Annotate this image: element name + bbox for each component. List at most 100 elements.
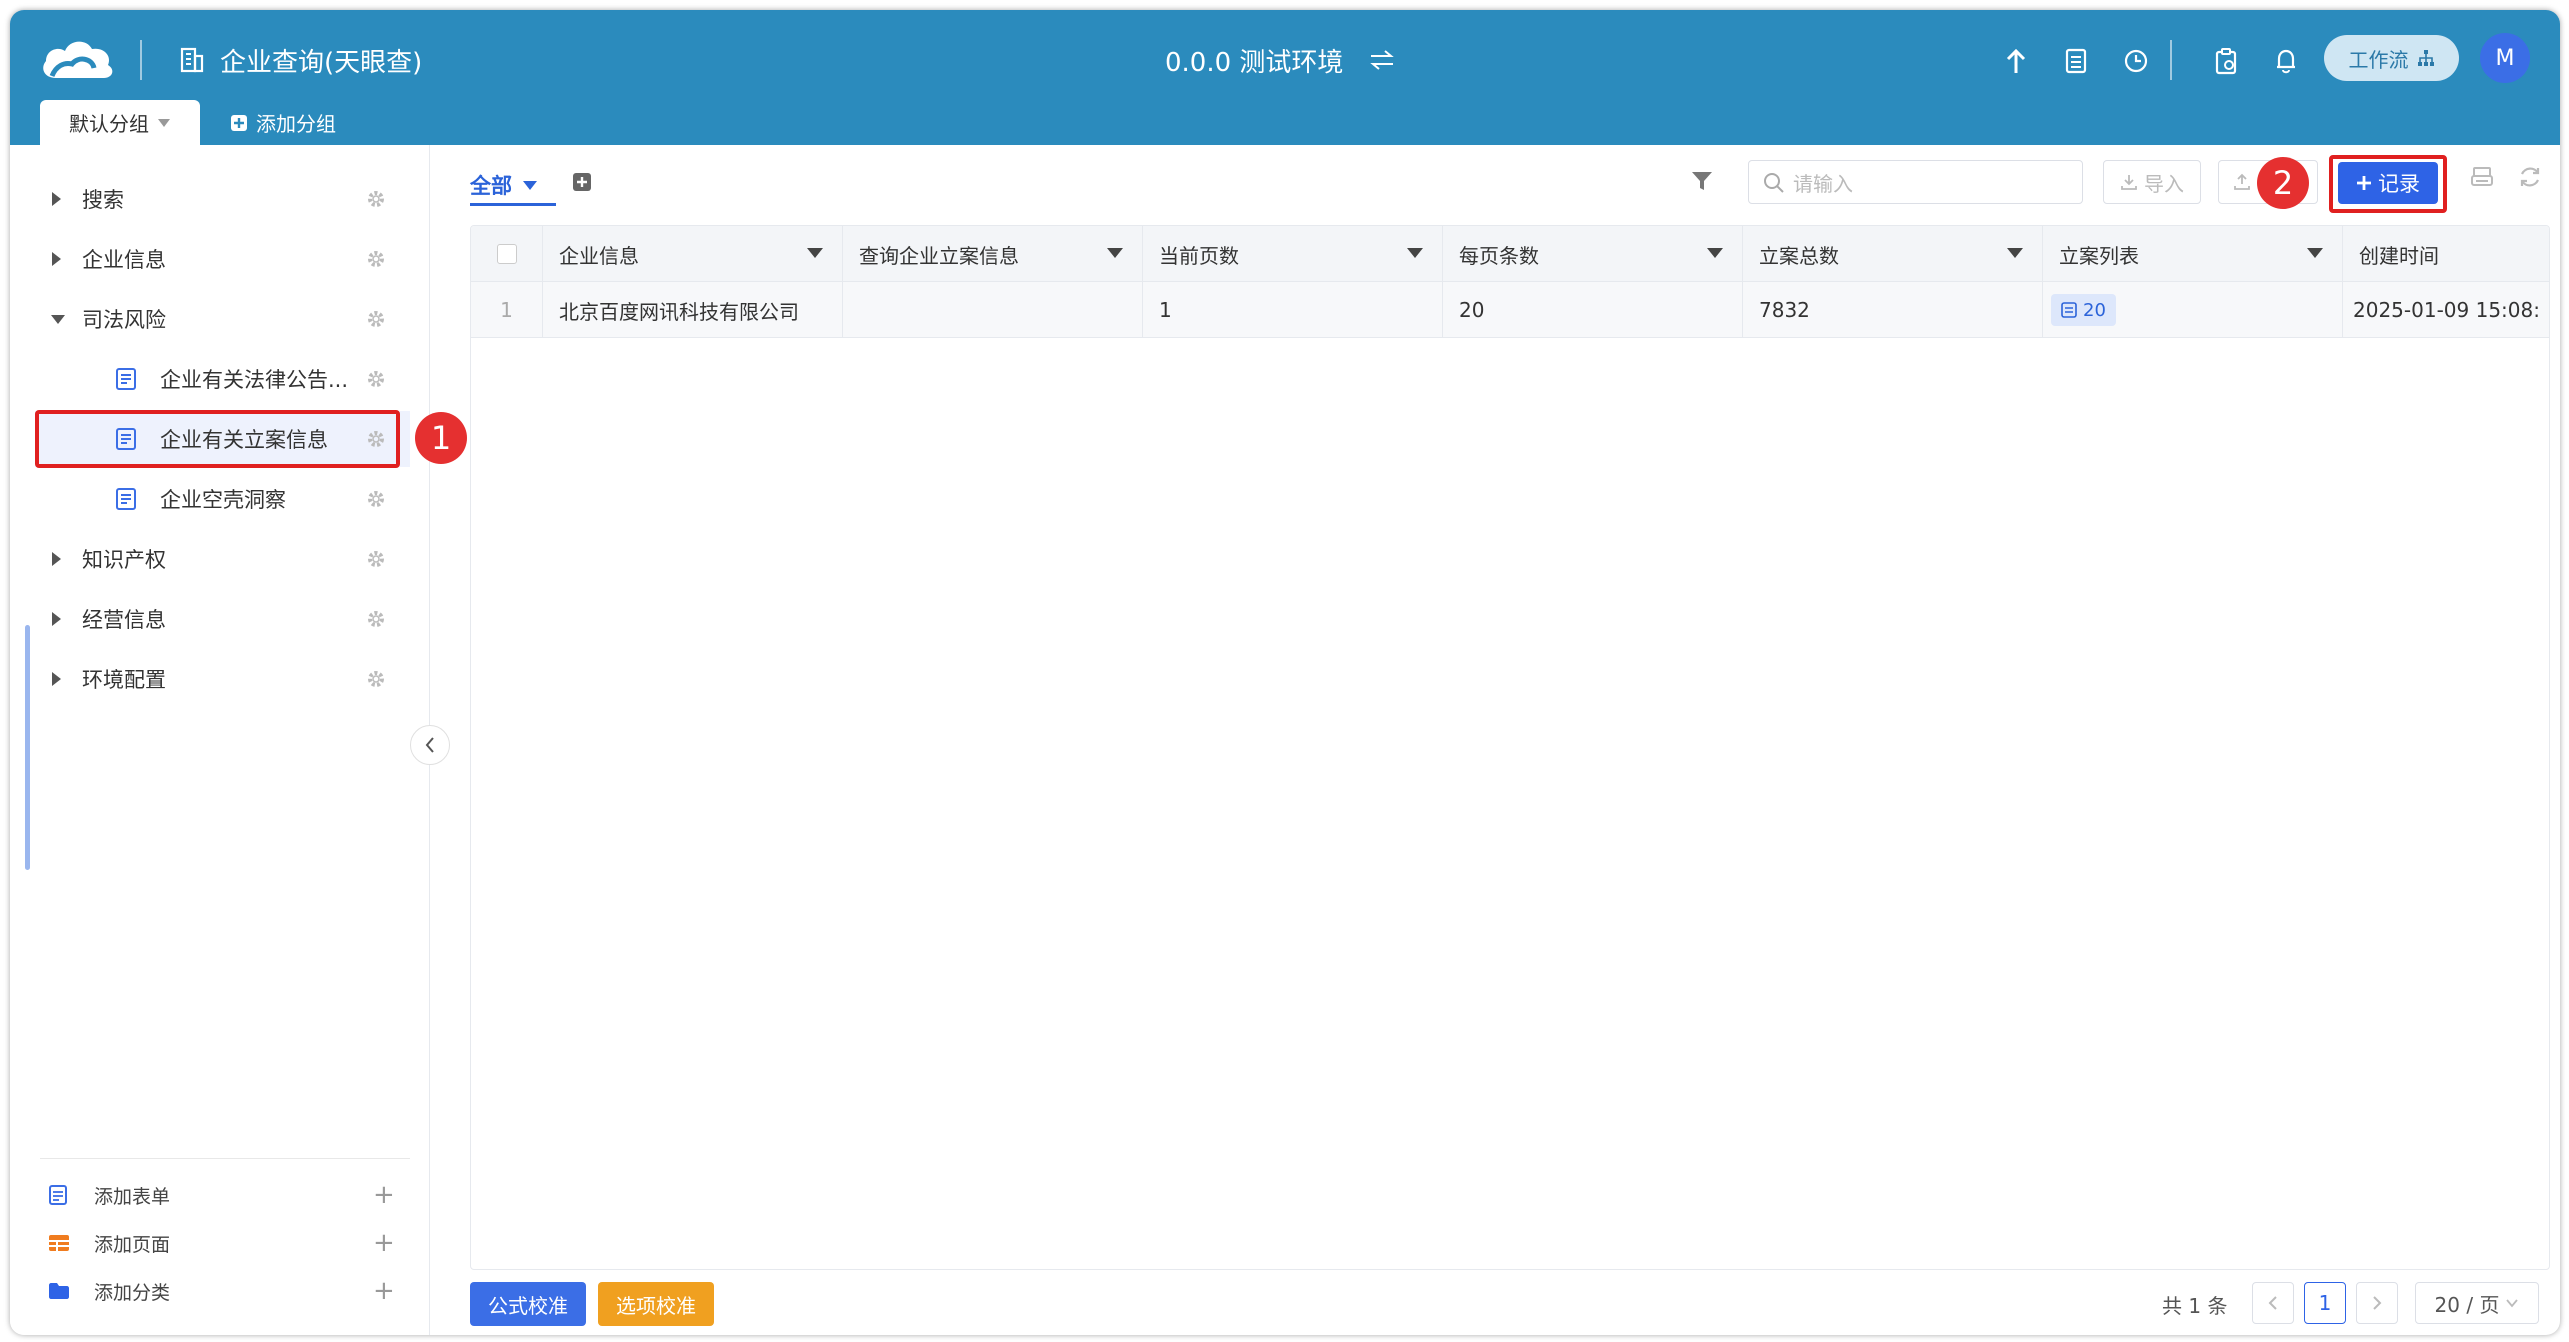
caret-down-icon[interactable] [2306,246,2324,260]
workflow-label: 工作流 [2348,47,2409,72]
swap-icon[interactable] [1369,49,1395,71]
sidebar-item-label: 环境配置 [82,668,166,692]
sidebar-item-search[interactable]: 搜索 [10,171,410,227]
total-count: 共 1 条 [2162,1293,2228,1318]
column-header-label: 创建时间 [2359,243,2439,268]
caret-down-icon[interactable] [1106,246,1124,260]
row-index: 1 [471,282,543,338]
sidebar-item-judicial-risk[interactable]: 司法风险 [10,291,410,347]
caret-right-icon [52,672,61,686]
import-label: 导入 [2144,171,2184,196]
table-row[interactable]: 1 北京百度网讯科技有限公司 1 20 7832 20 2025-01-09 1… [471,282,2549,338]
sidebar-item-label: 企业信息 [82,248,166,272]
highlight-box-step1 [35,410,400,468]
add-form-label: 添加表单 [94,1185,171,1208]
add-view-icon[interactable] [572,172,592,192]
sidebar-item-legal-notice[interactable]: 企业有关法律公告... [10,351,410,407]
gear-icon[interactable] [365,248,387,270]
filter-icon[interactable] [1690,169,1714,193]
view-tab-label: 全部 [470,174,512,198]
app-window: 企业查询(天眼查) 0.0.0 测试环境 工作流 M 默认分组 添加分组 搜索 … [10,10,2560,1335]
page-size-select[interactable]: 20 / 页 [2415,1282,2539,1324]
plus-square-icon [231,114,247,131]
page-number-button[interactable]: 1 [2304,1282,2346,1324]
sidebar: 搜索 企业信息 司法风险 企业有关法律公告... 企业有关立案信息 1 企业空壳… [10,145,467,1335]
caret-down-icon[interactable] [806,246,824,260]
sidebar-item-env-config[interactable]: 环境配置 [10,651,410,707]
sidebar-item-ip[interactable]: 知识产权 [10,531,410,587]
sidebar-item-operations[interactable]: 经营信息 [10,591,410,647]
add-category-button[interactable]: 添加分类 + [48,1271,408,1311]
column-header[interactable]: 企业信息 [543,226,843,282]
prev-page-button[interactable] [2252,1282,2294,1324]
cell-company[interactable]: 北京百度网讯科技有限公司 [543,282,843,338]
sidebar-item-label: 司法风险 [82,308,166,332]
column-header[interactable]: 创建时间 [2343,226,2549,282]
chevron-down-icon [2506,1299,2519,1308]
import-button[interactable]: 导入 [2103,160,2201,204]
bell-icon[interactable] [2263,38,2309,84]
caret-down-icon[interactable] [2006,246,2024,260]
add-page-button[interactable]: 添加页面 + [48,1223,408,1263]
plus-icon[interactable]: + [373,1180,395,1210]
sidebar-scrollbar[interactable] [25,625,30,870]
cell-total[interactable]: 7832 [1743,282,2043,338]
column-header-label: 立案列表 [2059,243,2139,268]
sidebar-item-company-info[interactable]: 企业信息 [10,231,410,287]
caret-right-icon [52,252,61,266]
data-table: 企业信息 查询企业立案信息 当前页数 每页条数 立案总数 立案列表 创建时间 1… [470,225,2550,1270]
formula-check-button[interactable]: 公式校准 [470,1282,586,1326]
column-header[interactable]: 当前页数 [1143,226,1443,282]
cell-query[interactable] [843,282,1143,338]
column-header-label: 查询企业立案信息 [859,243,1019,268]
gear-icon[interactable] [365,608,387,630]
column-header[interactable]: 查询企业立案信息 [843,226,1143,282]
sidebar-item-label: 企业空壳洞察 [160,488,286,512]
gear-icon[interactable] [365,548,387,570]
subtable-badge[interactable]: 20 [2051,294,2116,326]
cloud-logo-icon[interactable] [38,32,116,84]
cell-page-size[interactable]: 20 [1443,282,1743,338]
column-header[interactable]: 每页条数 [1443,226,1743,282]
caret-down-icon [158,118,170,127]
workflow-button[interactable]: 工作流 [2324,35,2459,81]
view-tab-all[interactable]: 全部 [470,165,538,205]
caret-right-icon [52,192,61,206]
upload-icon[interactable] [1993,38,2039,84]
search-placeholder: 请输入 [1793,171,1853,196]
environment-switcher[interactable]: 0.0.0 测试环境 [1165,40,1395,80]
sidebar-item-label: 知识产权 [82,548,166,572]
print-icon[interactable] [2470,165,2494,189]
option-check-button[interactable]: 选项校准 [598,1282,714,1326]
add-page-label: 添加页面 [94,1233,171,1256]
user-avatar[interactable]: M [2480,33,2530,83]
add-record-button[interactable]: 记录 [2338,162,2438,204]
caret-down-icon[interactable] [1406,246,1424,260]
cell-case-list[interactable]: 20 [2043,282,2343,338]
select-all-checkbox[interactable] [496,244,517,264]
select-all-cell [471,226,543,282]
column-header[interactable]: 立案总数 [1743,226,2043,282]
plus-icon[interactable]: + [373,1276,395,1306]
add-form-button[interactable]: 添加表单 + [48,1175,408,1215]
gear-icon[interactable] [365,668,387,690]
cell-created-time[interactable]: 2025-01-09 15:08: [2343,282,2549,338]
caret-down-icon[interactable] [1706,246,1724,260]
gear-icon[interactable] [365,368,387,390]
add-group-button[interactable]: 添加分组 [230,100,336,145]
sidebar-item-shell-insight[interactable]: 企业空壳洞察 [10,471,410,527]
document-icon[interactable] [2053,38,2099,84]
column-header[interactable]: 立案列表 [2043,226,2343,282]
cell-current-page[interactable]: 1 [1143,282,1443,338]
plus-icon[interactable]: + [373,1228,395,1258]
next-page-button[interactable] [2356,1282,2398,1324]
gear-icon[interactable] [365,488,387,510]
history-clock-icon[interactable] [2113,38,2159,84]
search-input[interactable]: 请输入 [1748,160,2083,204]
gear-icon[interactable] [365,308,387,330]
clipboard-icon[interactable] [2203,38,2249,84]
group-tab-default[interactable]: 默认分组 [40,100,200,145]
refresh-icon[interactable] [2518,165,2542,189]
gear-icon[interactable] [365,188,387,210]
page-size-label: 20 / 页 [2434,1292,2500,1317]
